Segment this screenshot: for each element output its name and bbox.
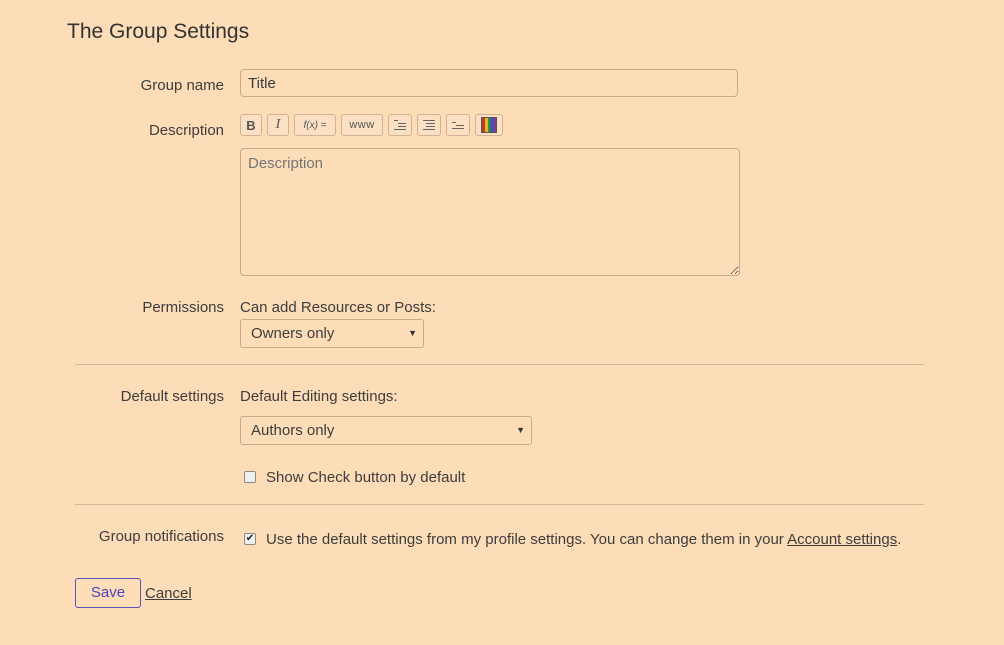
permissions-label: Permissions xyxy=(142,299,224,316)
numbered-list-icon-lines xyxy=(423,120,435,130)
default-editing-select[interactable]: Authors only ▼ xyxy=(240,416,532,445)
numbered-list-icon[interactable] xyxy=(417,114,441,136)
color-palette-icon[interactable] xyxy=(475,114,503,136)
cancel-link[interactable]: Cancel xyxy=(145,585,192,602)
notifications-text-after: . xyxy=(897,531,902,548)
description-label: Description xyxy=(148,122,224,139)
chevron-down-icon: ▼ xyxy=(408,328,417,338)
editor-toolbar: B I f(x) = www xyxy=(240,114,503,136)
default-settings-label: Default settings xyxy=(120,388,224,405)
link-icon[interactable]: www xyxy=(341,114,383,136)
group-name-input[interactable] xyxy=(240,69,738,97)
save-button[interactable]: Save xyxy=(75,578,141,608)
account-settings-link[interactable]: Account settings xyxy=(787,531,897,548)
section-divider xyxy=(75,504,924,505)
bold-icon[interactable]: B xyxy=(240,114,262,136)
default-notifications-checkbox[interactable]: ✔ xyxy=(244,533,256,545)
indent-icon-lines xyxy=(394,120,406,130)
group-name-label: Group name xyxy=(140,77,224,94)
bulleted-list-icon[interactable] xyxy=(446,114,470,136)
default-editing-selected-value: Authors only xyxy=(251,422,335,439)
bulleted-list-icon-lines xyxy=(452,121,464,129)
group-notifications-label: Group notifications xyxy=(98,528,224,545)
default-editing-sub-label: Default Editing settings: xyxy=(240,388,398,405)
permissions-selected-value: Owners only xyxy=(251,325,335,342)
section-divider xyxy=(75,364,924,365)
chevron-down-icon: ▼ xyxy=(516,425,525,435)
formula-icon[interactable]: f(x) = xyxy=(294,114,336,136)
page-title: The Group Settings xyxy=(67,20,250,43)
show-check-button-label: Show Check button by default xyxy=(266,469,466,486)
show-check-button-checkbox[interactable] xyxy=(244,471,256,483)
permissions-sub-label: Can add Resources or Posts: xyxy=(240,299,436,316)
notifications-text: Use the default settings from my profile… xyxy=(266,531,901,548)
permissions-select[interactable]: Owners only ▼ xyxy=(240,319,424,348)
color-swatch xyxy=(481,117,497,133)
italic-icon[interactable]: I xyxy=(267,114,289,136)
indent-icon[interactable] xyxy=(388,114,412,136)
description-textarea[interactable] xyxy=(240,148,740,276)
notifications-text-before: Use the default settings from my profile… xyxy=(266,531,788,548)
